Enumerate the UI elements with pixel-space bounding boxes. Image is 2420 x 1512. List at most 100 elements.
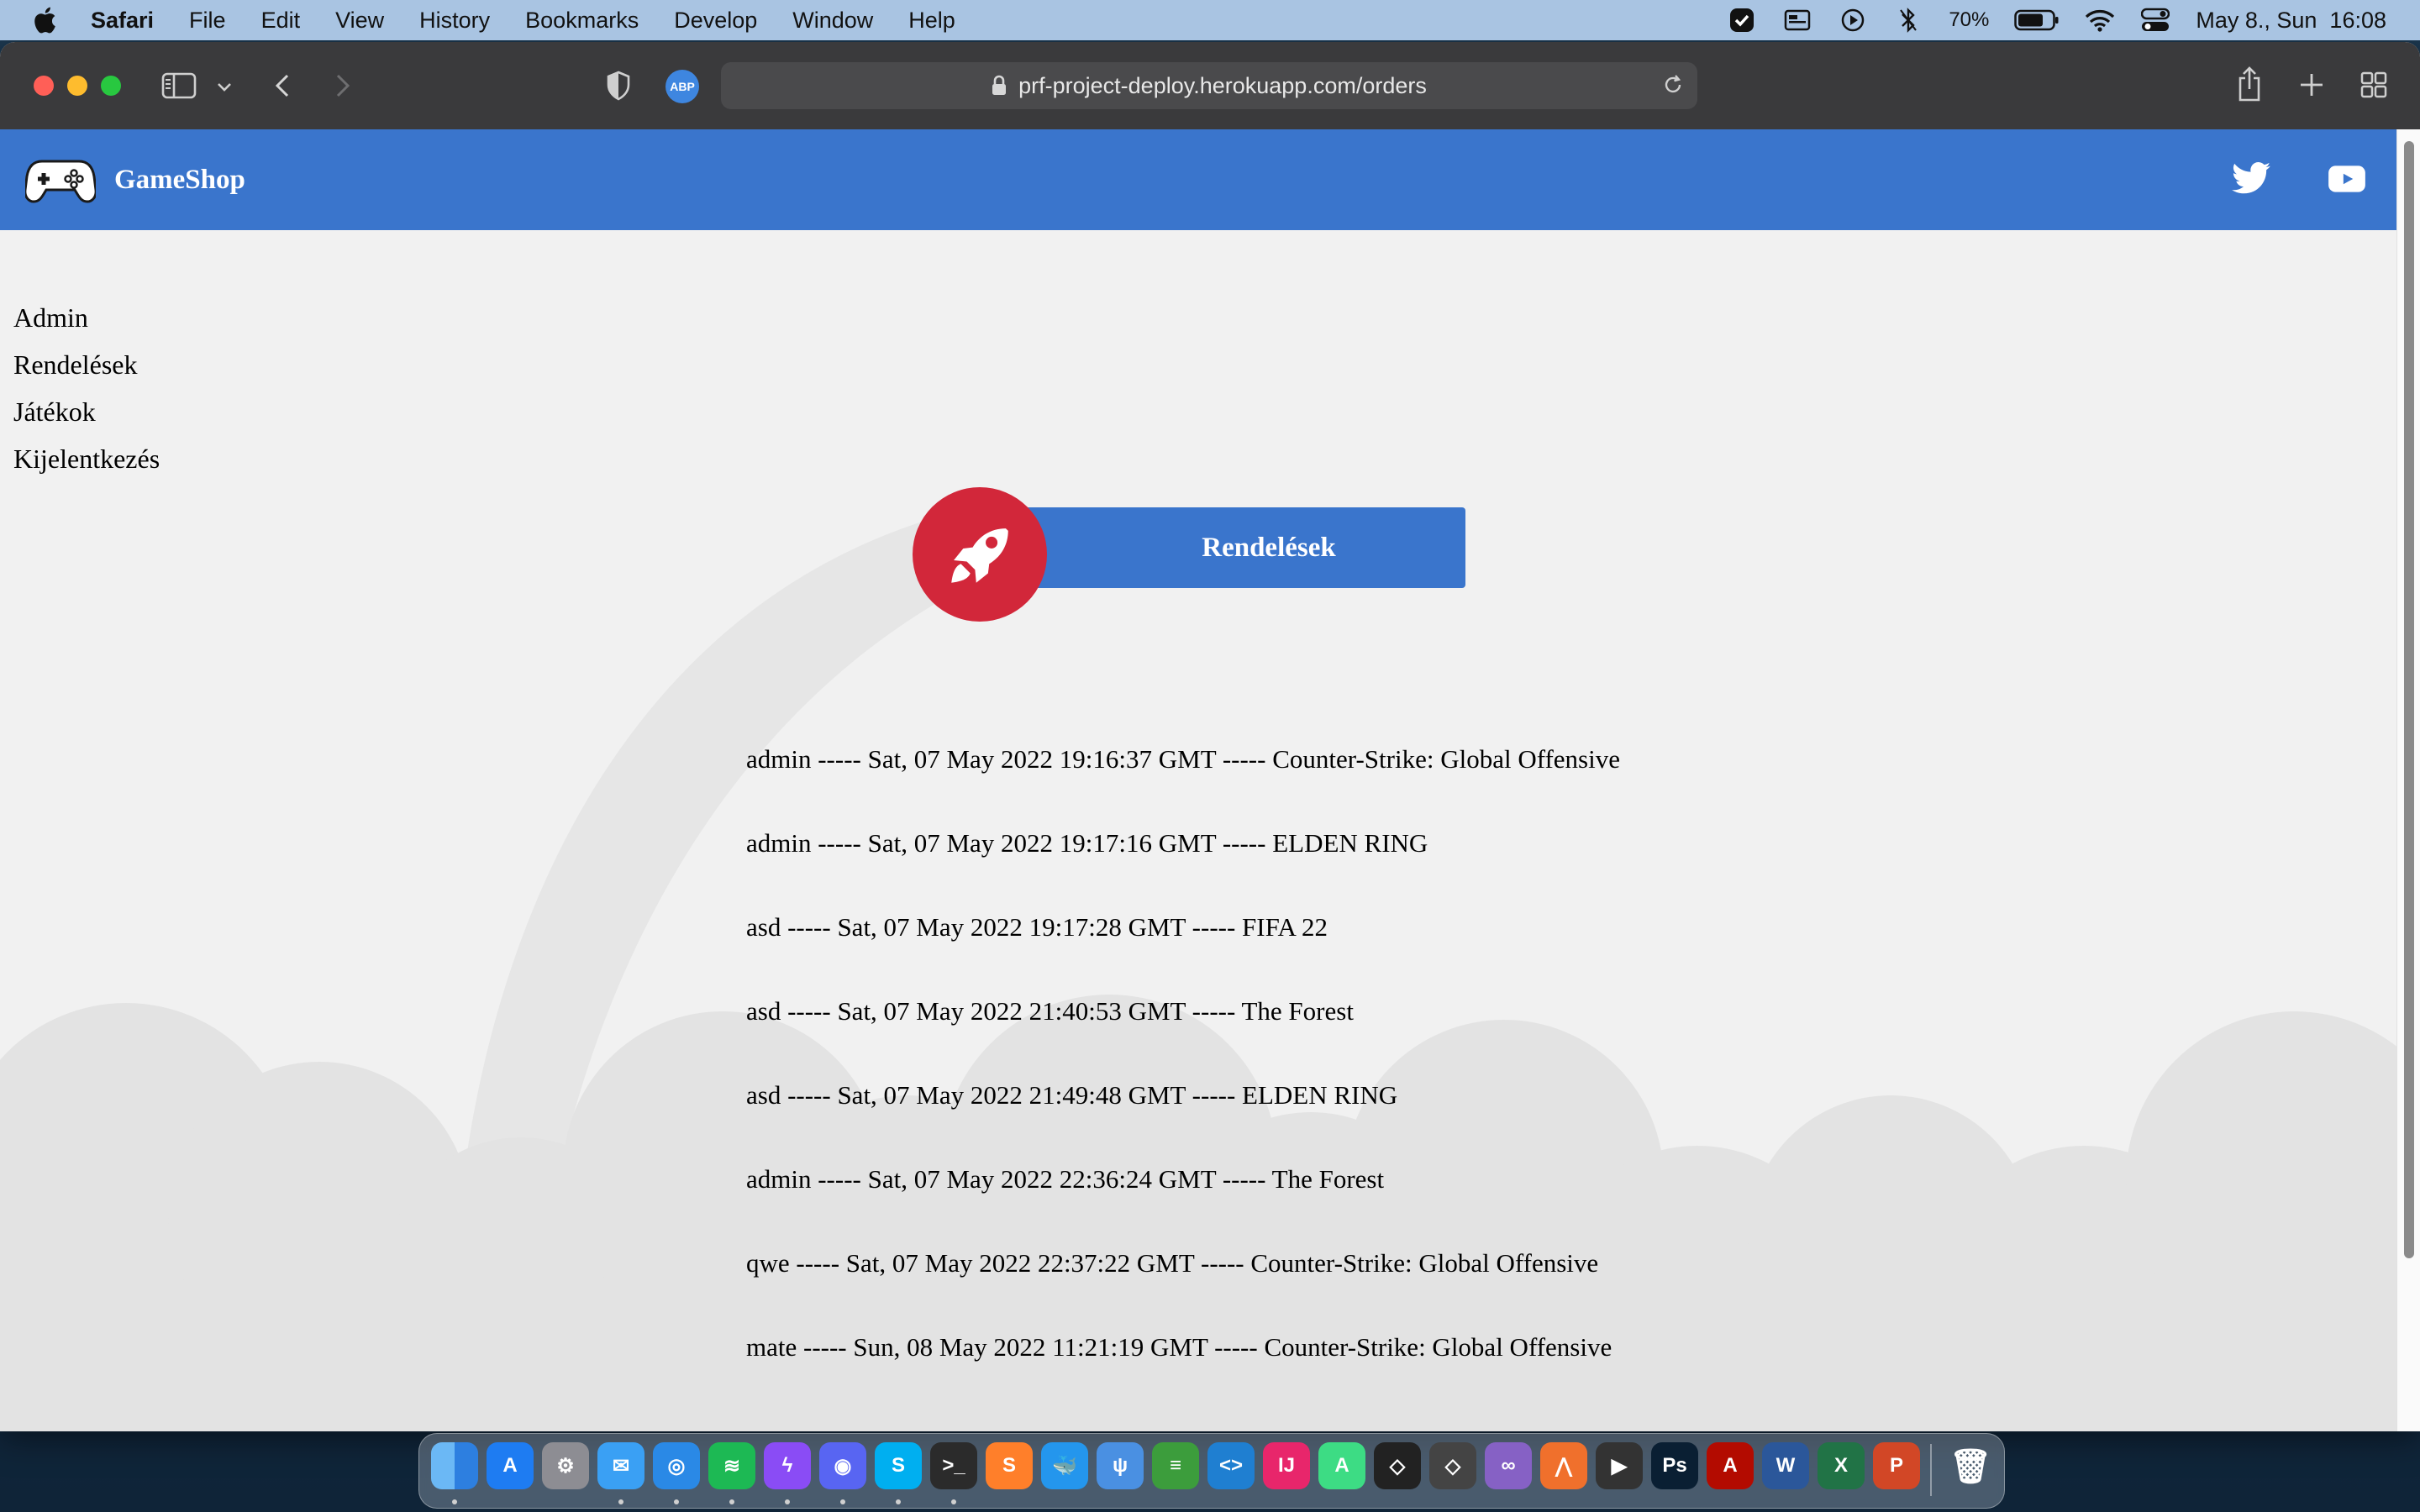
dock-separator [1930, 1444, 1932, 1496]
order-row: asd ----- Sat, 07 May 2022 21:40:53 GMT … [746, 996, 1354, 1026]
menu-datetime[interactable]: May 8., Sun 16:08 [2196, 8, 2386, 34]
web-page: GameShop Admin Rendelések Játékok Kijele… [0, 129, 2396, 1431]
page-heading: Rendelések [913, 487, 1467, 623]
page-title: Rendelések [1022, 507, 1465, 588]
adblock-label: ABP [670, 80, 695, 93]
checkmark-shield-icon[interactable] [1727, 5, 1757, 35]
play-icon[interactable] [1838, 5, 1868, 35]
mail-running-indicator [618, 1499, 623, 1504]
fork-icon[interactable]: ψ [1097, 1442, 1144, 1489]
spotify-icon[interactable]: ≋ [708, 1442, 755, 1489]
messenger-running-indicator [785, 1499, 790, 1504]
system-preferences-icon[interactable]: ⚙ [542, 1442, 589, 1489]
finder-icon[interactable] [431, 1442, 478, 1489]
menu-bookmarks[interactable]: Bookmarks [525, 8, 639, 34]
address-bar[interactable]: prf-project-deploy.herokuapp.com/orders [721, 62, 1697, 109]
git-app-icon[interactable]: ⋀ [1540, 1442, 1587, 1489]
terminal-icon[interactable]: >_ [930, 1442, 977, 1489]
orders-list: admin ----- Sat, 07 May 2022 19:16:37 GM… [746, 736, 1620, 1408]
order-row: admin ----- Sat, 07 May 2022 22:36:24 GM… [746, 1164, 1385, 1194]
battery-icon[interactable] [2014, 5, 2060, 35]
nav-link-jatekok[interactable]: Játékok [13, 388, 160, 435]
macos-dock: 🗑 A ⚙ ✉ ◎ ≋ ϟ ◉ S >_ S 🐳 ψ ≡ <> IJ A ◇ ◇ ∞ ⋀ ▶ Ps A W X P [418, 1433, 2005, 1509]
scrollbar-thumb[interactable] [2404, 141, 2414, 1258]
trash-glyph: 🗑 [1949, 1447, 1992, 1485]
safari-running-indicator [674, 1499, 679, 1504]
macos-menu-bar: Safari File Edit View History Bookmarks … [0, 0, 2420, 40]
acrobat-icon[interactable]: A [1707, 1442, 1754, 1489]
menu-view[interactable]: View [335, 8, 384, 34]
skype-icon[interactable]: S [875, 1442, 922, 1489]
messenger-icon[interactable]: ϟ [764, 1442, 811, 1489]
back-icon[interactable] [271, 72, 296, 99]
menu-window[interactable]: Window [792, 8, 873, 34]
order-row: qwe ----- Sat, 07 May 2022 22:37:22 GMT … [746, 1248, 1599, 1278]
adblock-extension-icon[interactable]: ABP [666, 70, 699, 103]
menu-edit[interactable]: Edit [261, 8, 301, 34]
site-brand[interactable]: GameShop [114, 165, 245, 196]
privacy-shield-icon[interactable] [605, 71, 632, 101]
apple-logo-icon[interactable] [30, 4, 62, 36]
order-row: admin ----- Sat, 07 May 2022 19:16:37 GM… [746, 744, 1620, 774]
battery-percent: 70% [1949, 8, 1990, 31]
tab-overview-icon[interactable] [2360, 71, 2388, 99]
nav-link-kijelentkezes[interactable]: Kijelentkezés [13, 435, 160, 482]
rocket-icon [951, 528, 1008, 583]
finder-running-indicator [452, 1499, 457, 1504]
new-tab-icon[interactable] [2297, 71, 2326, 99]
safari-icon[interactable]: ◎ [653, 1442, 700, 1489]
powerpoint-icon[interactable]: P [1873, 1442, 1920, 1489]
menu-develop[interactable]: Develop [674, 8, 757, 34]
gamepad-logo-icon[interactable] [25, 155, 96, 205]
reload-icon[interactable] [1660, 72, 1686, 97]
url-text: prf-project-deploy.herokuapp.com/orders [1018, 72, 1427, 98]
mail-icon[interactable]: ✉ [597, 1442, 644, 1489]
unity-icon[interactable]: ◇ [1429, 1442, 1476, 1489]
nav-link-rendelesek[interactable]: Rendelések [13, 341, 160, 388]
wifi-icon[interactable] [2085, 5, 2115, 35]
order-row: asd ----- Sat, 07 May 2022 19:17:28 GMT … [746, 912, 1328, 942]
word-icon[interactable]: W [1762, 1442, 1809, 1489]
vscode-icon[interactable]: <> [1207, 1442, 1255, 1489]
excel-icon[interactable]: X [1818, 1442, 1865, 1489]
sourcetree-icon[interactable]: ≡ [1152, 1442, 1199, 1489]
order-row: mate ----- Sun, 08 May 2022 11:21:19 GMT… [746, 1332, 1612, 1362]
trash-icon[interactable]: 🗑 [1947, 1442, 1994, 1489]
final-cut-pro-icon[interactable]: ▶ [1596, 1442, 1643, 1489]
chevron-down-icon[interactable] [215, 77, 234, 96]
photoshop-icon[interactable]: Ps [1651, 1442, 1698, 1489]
control-center-icon[interactable] [2140, 5, 2170, 35]
safari-window: ABP prf-project-deploy.herokuapp.com/ord… [0, 42, 2420, 1431]
docker-icon[interactable]: 🐳 [1041, 1442, 1088, 1489]
rocket-badge [913, 487, 1047, 622]
menu-history[interactable]: History [419, 8, 490, 34]
sidebar-toggle-icon[interactable] [161, 72, 197, 99]
bluetooth-icon[interactable] [1893, 5, 1923, 35]
menu-help[interactable]: Help [908, 8, 955, 34]
discord-icon[interactable]: ◉ [819, 1442, 866, 1489]
unity-hub-icon[interactable]: ◇ [1374, 1442, 1421, 1489]
android-studio-icon[interactable]: A [1318, 1442, 1365, 1489]
youtube-icon[interactable] [2324, 158, 2370, 200]
nav-link-admin[interactable]: Admin [13, 294, 160, 341]
side-navigation: Admin Rendelések Játékok Kijelentkezés [13, 294, 160, 482]
discord-running-indicator [840, 1499, 845, 1504]
sublime-text-icon[interactable]: S [986, 1442, 1033, 1489]
minimize-window-button[interactable] [67, 76, 87, 96]
menu-app-name[interactable]: Safari [91, 8, 154, 34]
menu-extra-icon[interactable] [1782, 5, 1812, 35]
share-icon[interactable] [2235, 66, 2264, 102]
page-scrollbar[interactable] [2396, 129, 2420, 1431]
app-store-icon[interactable]: A [487, 1442, 534, 1489]
twitter-icon[interactable] [2228, 158, 2274, 200]
intellij-icon[interactable]: IJ [1263, 1442, 1310, 1489]
forward-icon[interactable] [329, 72, 355, 99]
close-window-button[interactable] [34, 76, 54, 96]
order-row: admin ----- Sat, 07 May 2022 19:17:16 GM… [746, 828, 1428, 858]
browser-toolbar: ABP prf-project-deploy.herokuapp.com/ord… [0, 42, 2420, 131]
menu-file[interactable]: File [189, 8, 226, 34]
order-row: asd ----- Sat, 07 May 2022 21:49:48 GMT … [746, 1080, 1398, 1110]
lock-icon [992, 75, 1007, 95]
visual-studio-icon[interactable]: ∞ [1485, 1442, 1532, 1489]
zoom-window-button[interactable] [101, 76, 121, 96]
